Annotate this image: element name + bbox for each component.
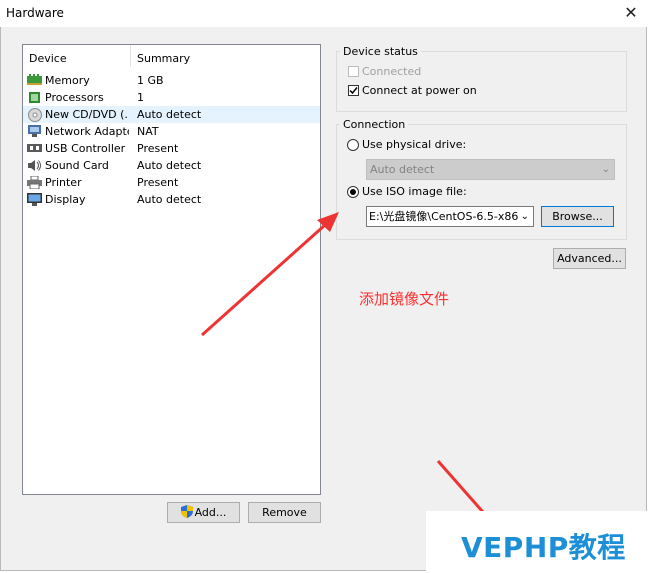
arrow-to-iso-field bbox=[201, 212, 339, 337]
watermark-text: VEPHP教程 bbox=[461, 531, 626, 564]
annotation-arrows bbox=[201, 212, 492, 521]
annotation-text: 添加镜像文件 bbox=[359, 290, 450, 308]
